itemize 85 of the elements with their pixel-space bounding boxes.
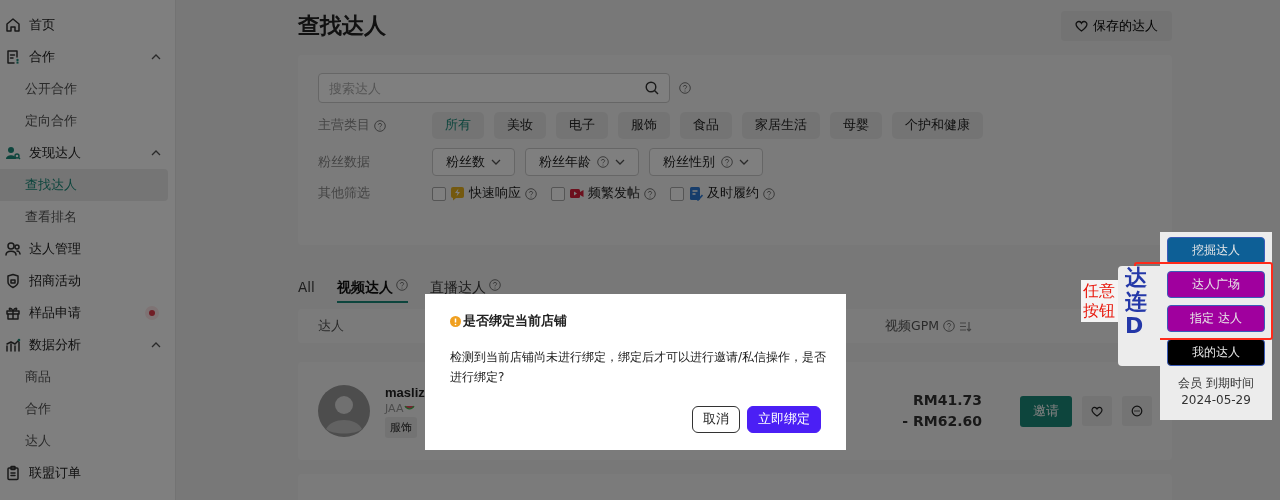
help-icon — [943, 320, 955, 332]
category-tag: 服饰 — [385, 416, 417, 438]
dropdown[interactable]: 粉丝性别 — [649, 148, 763, 176]
expiry-date: 2024-05-29 — [1181, 393, 1251, 407]
favorite-button[interactable] — [1082, 396, 1112, 426]
avatar-icon — [318, 385, 370, 437]
help-icon — [374, 119, 386, 132]
help-icon — [679, 82, 691, 94]
widget-button[interactable]: 我的达人 — [1167, 339, 1265, 366]
category-chip[interactable]: 美妆 — [494, 112, 546, 139]
chevron-down-icon — [615, 157, 625, 167]
person-search-icon — [5, 145, 21, 161]
dropdown[interactable]: 粉丝年龄 — [525, 148, 639, 176]
tab[interactable]: All — [298, 279, 315, 303]
confirm-button[interactable]: 立即绑定 — [747, 406, 821, 433]
help-icon — [525, 187, 537, 200]
sort-icon — [959, 320, 972, 332]
sidebar-item[interactable]: 达人管理 — [0, 233, 175, 265]
cancel-button[interactable]: 取消 — [692, 406, 740, 433]
logo: 达连D — [1118, 266, 1160, 366]
sidebar-subitem[interactable]: 合作 — [0, 393, 168, 425]
tab[interactable]: 直播达人 — [429, 279, 501, 303]
category-chip[interactable]: 服饰 — [618, 112, 670, 139]
column-header: 视频GPM — [885, 317, 939, 335]
invite-button[interactable]: 邀请 — [1020, 395, 1072, 427]
sidebar-subitem[interactable]: 查看排名 — [0, 201, 168, 233]
lightning-icon — [450, 186, 465, 201]
member-label: 会员 到期时间 — [1178, 375, 1254, 392]
checkbox-label: 频繁发帖 — [588, 185, 640, 202]
sidebar-subitem[interactable]: 商品 — [0, 361, 168, 393]
dropdown[interactable]: 粉丝数 — [432, 148, 515, 176]
sidebar-item[interactable]: 招商活动 — [0, 265, 175, 297]
widget-button[interactable]: 挖掘达人 — [1167, 237, 1265, 264]
people-icon — [5, 241, 21, 257]
sidebar-subitem[interactable]: 查找达人 — [0, 169, 168, 201]
category-chip[interactable]: 所有 — [432, 112, 484, 139]
category-chip[interactable]: 食品 — [680, 112, 732, 139]
widget-button[interactable]: 指定 达人 — [1167, 305, 1265, 332]
help-icon — [763, 187, 775, 200]
checkbox[interactable] — [432, 186, 446, 201]
tab[interactable]: 视频达人 — [336, 279, 408, 303]
gpm-value: - RM62.60 — [902, 412, 982, 431]
checklist-icon — [688, 186, 703, 201]
video-camera-icon — [569, 186, 584, 201]
heart-icon — [1091, 405, 1103, 417]
page-title: 查找达人 — [298, 12, 386, 40]
checkbox[interactable] — [551, 186, 565, 201]
sidebar-subitem[interactable]: 达人 — [0, 425, 168, 457]
sidebar-item[interactable]: 首页 — [0, 9, 175, 41]
help-icon — [644, 187, 656, 200]
gift-icon — [5, 305, 21, 321]
checkbox[interactable] — [670, 186, 684, 201]
column-header: 达人 — [318, 317, 344, 335]
home-icon — [5, 17, 21, 33]
heart-icon — [1075, 20, 1088, 32]
category-chip[interactable]: 个护和健康 — [892, 112, 983, 139]
category-chip[interactable]: 母婴 — [830, 112, 882, 139]
widget-button[interactable]: 达人广场 — [1167, 271, 1265, 298]
sidebar-item[interactable]: 合作 — [0, 41, 175, 73]
chevron-down-icon — [491, 157, 501, 167]
shield-icon — [5, 273, 21, 289]
dialog-message: 检测到当前店铺尚未进行绑定，绑定后才可以进行邀请/私信操作，是否进行绑定? — [450, 349, 828, 386]
checkbox-label: 快速响应 — [469, 185, 521, 202]
dialog-title: 是否绑定当前店铺 — [463, 312, 567, 330]
chat-bubble-icon — [1131, 405, 1143, 417]
annotation-text: 任意按钮 — [1081, 280, 1121, 322]
sidebar-subitem[interactable]: 定向合作 — [0, 105, 168, 137]
document-icon — [5, 49, 21, 65]
creator-name: masliz — [385, 384, 425, 400]
sidebar-item[interactable]: 样品申请 — [0, 297, 175, 329]
sidebar-subitem[interactable]: 公开合作 — [0, 73, 168, 105]
warning-icon — [450, 315, 461, 327]
category-chip[interactable]: 电子 — [556, 112, 608, 139]
checkbox-label: 及时履约 — [707, 185, 759, 202]
chevron-down-icon — [739, 157, 749, 167]
bar-chart-icon — [5, 337, 21, 353]
sidebar-item[interactable]: 数据分析 — [0, 329, 175, 361]
sidebar-item[interactable]: 联盟订单 — [0, 457, 175, 489]
clipboard-icon — [5, 465, 21, 481]
gpm-value: RM41.73 — [912, 391, 982, 410]
saved-creators-button[interactable]: 保存的达人 — [1061, 11, 1172, 41]
search-icon — [645, 81, 659, 95]
message-button[interactable] — [1122, 396, 1152, 426]
sidebar-item[interactable]: 发现达人 — [0, 137, 175, 169]
category-chip[interactable]: 家居生活 — [742, 112, 820, 139]
